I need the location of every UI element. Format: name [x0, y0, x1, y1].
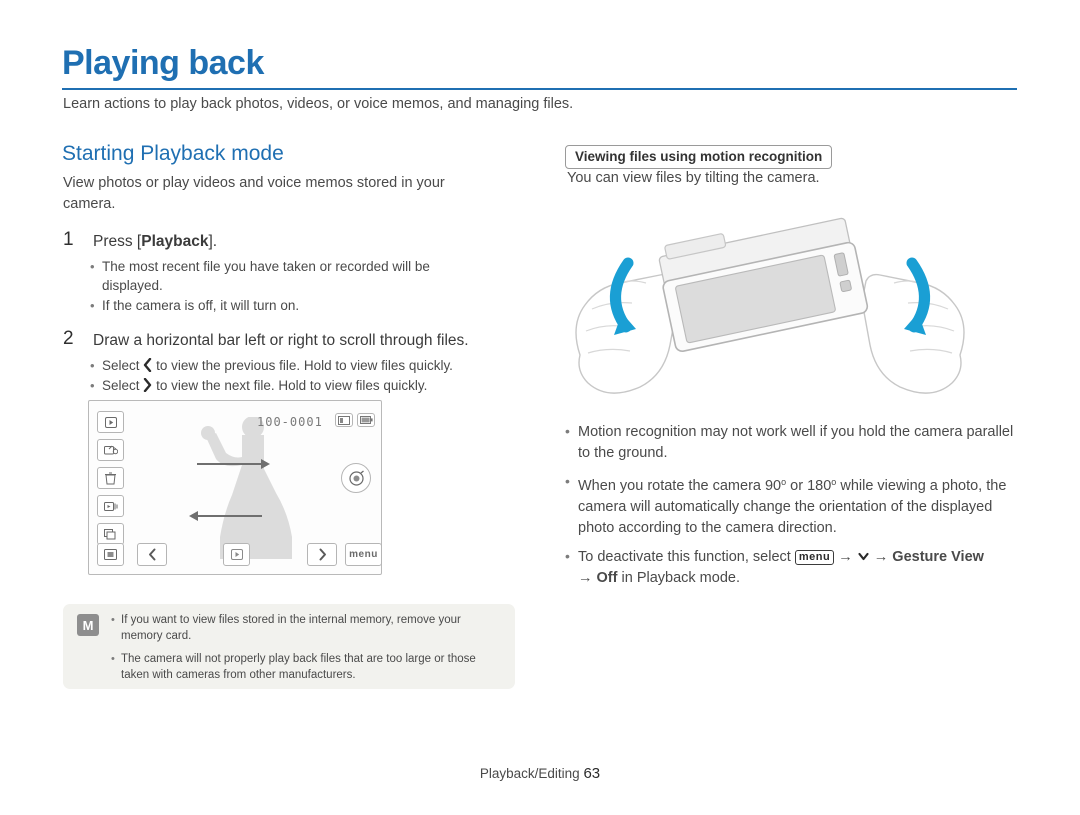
note-list: If you want to view files stored in the … [109, 612, 499, 690]
step-1-text-bold: Playback [141, 233, 209, 250]
page-title: Playing back [62, 44, 264, 82]
protect-icon[interactable] [97, 439, 124, 461]
step-1-text: Press [Playback]. [93, 232, 513, 252]
document-page: Playing back Learn actions to play back … [0, 0, 1080, 815]
deactivate-text-before: To deactivate this function, select [578, 549, 791, 565]
list-item: The most recent file you have taken or r… [88, 257, 488, 295]
arrow-right-icon-3: → [578, 570, 593, 586]
camera-screen-illustration: 100-0001 menu [88, 400, 382, 575]
title-divider [62, 88, 1017, 90]
menu-icon[interactable]: menu [345, 543, 382, 566]
footer: Playback/Editing 63 [0, 765, 1080, 782]
step-2-number: 2 [63, 328, 74, 349]
play-icon[interactable] [97, 411, 124, 433]
drag-right-arrow-icon [197, 459, 270, 469]
step-1-number: 1 [63, 229, 74, 250]
list-item: If the camera is off, it will turn on. [88, 296, 488, 315]
gesture-view-label: Gesture View [892, 549, 984, 565]
right-intro: You can view files by tilting the camera… [567, 170, 820, 186]
section-heading: Starting Playback mode [62, 142, 284, 165]
battery-icon [357, 413, 375, 427]
list-item: When you rotate the camera 90o or 180o w… [563, 471, 1023, 539]
memory-icon [335, 413, 353, 427]
display-icon[interactable] [97, 543, 124, 566]
next-arrow-icon[interactable] [307, 543, 337, 566]
bullet-prev-before: Select [102, 358, 140, 373]
right-bullet-list: Motion recognition may not work well if … [563, 421, 1023, 597]
bullet-next-after: to view the next file. Hold to view file… [156, 378, 428, 393]
right-chevron-icon [143, 378, 152, 392]
list-item: Select to view the previous file. Hold t… [88, 356, 518, 375]
step-2-bullets: Select to view the previous file. Hold t… [88, 356, 518, 396]
step-1-text-before: Press [ [93, 233, 142, 250]
deactivate-text-after: in Playback mode. [621, 570, 740, 586]
file-number-label: 100-0001 [257, 415, 323, 429]
slideshow-icon[interactable] [97, 495, 124, 517]
drag-left-arrow-icon [189, 511, 262, 521]
note-box: M If you want to view files stored in th… [63, 604, 515, 689]
arrow-right-icon-2: → [873, 549, 889, 565]
arrow-right-icon: → [838, 549, 853, 565]
left-chevron-icon [143, 358, 152, 372]
step-2-text: Draw a horizontal bar left or right to s… [93, 332, 469, 349]
hands-tilting-camera-illustration [575, 217, 965, 394]
list-item: Motion recognition may not work well if … [563, 421, 1023, 464]
delete-icon[interactable] [97, 467, 124, 489]
list-item: Select to view the next file. Hold to vi… [88, 376, 518, 395]
screen-bottom-bar: menu [95, 543, 382, 568]
play-small-icon[interactable] [223, 543, 250, 566]
smart-filter-icon[interactable] [341, 463, 371, 493]
menu-icon: menu [794, 550, 835, 565]
list-item: If you want to view files stored in the … [109, 612, 499, 644]
step-1-bullets: The most recent file you have taken or r… [88, 257, 488, 316]
prev-arrow-icon[interactable] [137, 543, 167, 566]
footer-label: Playback/Editing [479, 766, 580, 781]
thumbnail-icon[interactable] [97, 523, 124, 545]
off-label: Off [596, 570, 618, 586]
section-intro: View photos or play videos and voice mem… [63, 175, 445, 212]
status-badge: Viewing files using motion recognition [565, 145, 833, 169]
step-1-text-after: ]. [208, 233, 218, 250]
gesture-chevron-icon [857, 549, 874, 565]
page-subtitle: Learn actions to play back photos, video… [63, 96, 574, 112]
bullet-prev-after: to view the previous file. Hold to view … [156, 358, 453, 373]
person-silhouette [201, 417, 292, 559]
bullet-next-before: Select [102, 378, 140, 393]
page-number: 63 [583, 765, 601, 782]
list-item-deactivate: To deactivate this function, select menu… [563, 546, 1023, 589]
note-icon: M [77, 614, 99, 636]
screen-left-icon-column [97, 411, 124, 551]
list-item: The camera will not properly play back f… [109, 651, 499, 683]
